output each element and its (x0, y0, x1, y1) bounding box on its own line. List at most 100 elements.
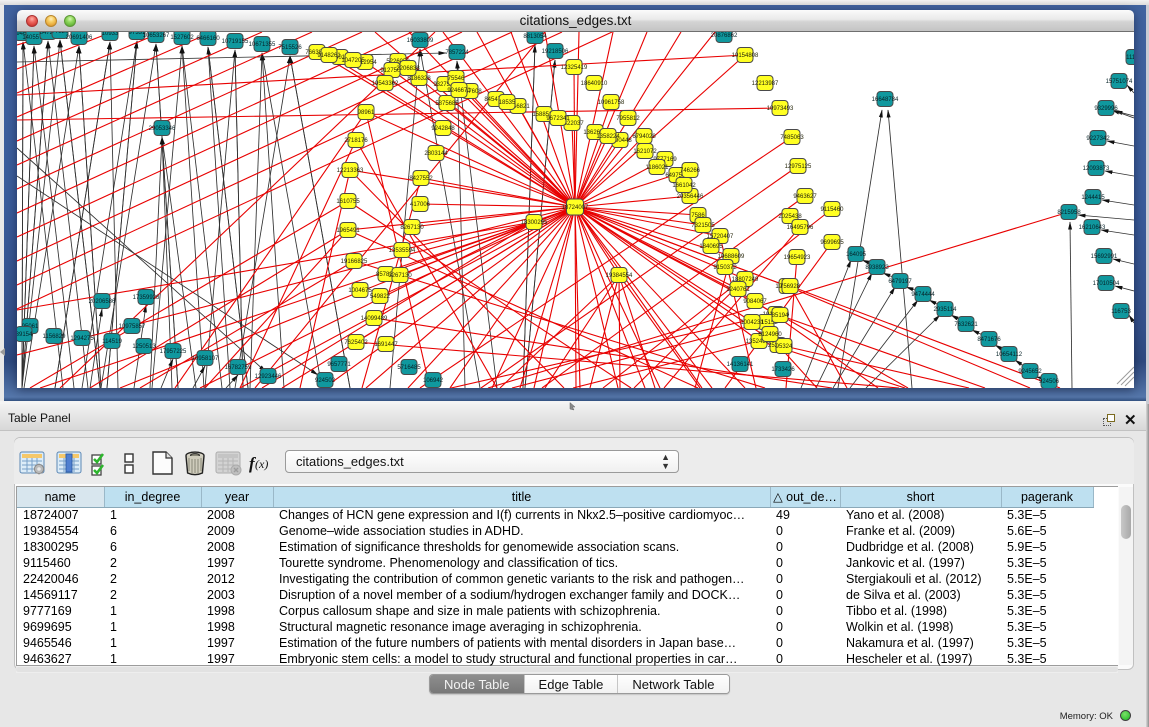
svg-text:8124960: 8124960 (758, 332, 782, 338)
svg-text:2206838: 2206838 (396, 66, 420, 72)
svg-text:12975125: 12975125 (785, 164, 812, 170)
svg-text:8215958: 8215958 (1057, 210, 1081, 216)
svg-text:85194: 85194 (772, 313, 789, 319)
svg-text:1156829: 1156829 (43, 334, 67, 340)
svg-text:20356446: 20356446 (677, 194, 704, 200)
svg-text:12325419: 12325419 (561, 65, 588, 71)
svg-text:1610755: 1610755 (336, 199, 360, 205)
svg-text:8427552: 8427552 (409, 176, 433, 182)
svg-text:10671355: 10671355 (249, 42, 276, 48)
svg-text:8471676: 8471676 (977, 337, 1001, 343)
svg-text:7625402: 7625402 (344, 340, 368, 346)
svg-text:2718176: 2718176 (344, 138, 368, 144)
svg-text:10719155: 10719155 (222, 39, 249, 45)
svg-text:3267130: 3267130 (388, 273, 412, 279)
svg-text:1661042: 1661042 (672, 183, 696, 189)
svg-text:756928: 756928 (780, 284, 801, 290)
svg-text:95324: 95324 (776, 344, 793, 350)
svg-text:12093873: 12093873 (1083, 166, 1110, 172)
svg-text:7485063: 7485063 (780, 135, 804, 141)
svg-text:1965491: 1965491 (336, 228, 360, 234)
svg-text:7515526: 7515526 (278, 45, 302, 51)
svg-text:6479197: 6479197 (888, 279, 912, 285)
svg-text:12923446: 12923446 (255, 374, 282, 380)
svg-text:10154808: 10154808 (732, 53, 759, 59)
svg-text:16495796: 16495796 (787, 225, 814, 231)
svg-text:19384554: 19384554 (606, 273, 633, 279)
svg-text:9084067: 9084067 (743, 299, 767, 305)
svg-text:17359928: 17359928 (133, 295, 160, 301)
svg-text:549822: 549822 (370, 294, 391, 300)
svg-text:2240761: 2240761 (726, 287, 750, 293)
svg-text:1004231: 1004231 (740, 320, 764, 326)
svg-text:20691406: 20691406 (66, 35, 93, 41)
svg-text:5716485: 5716485 (397, 365, 421, 371)
svg-text:19218506: 19218506 (542, 49, 569, 55)
svg-text:18640910: 18640910 (581, 81, 608, 87)
svg-text:10973493: 10973493 (767, 106, 794, 112)
svg-text:15692991: 15692991 (1091, 254, 1118, 260)
svg-text:8267130: 8267130 (400, 225, 424, 231)
svg-text:13535594: 13535594 (389, 248, 416, 254)
svg-text:9657771: 9657771 (327, 362, 351, 368)
svg-text:1733426: 1733426 (771, 367, 795, 373)
svg-text:19166825: 19166825 (341, 259, 368, 265)
svg-text:16210643: 16210643 (1079, 225, 1106, 231)
svg-text:1621072: 1621072 (633, 149, 657, 155)
svg-text:8186328: 8186328 (407, 76, 431, 82)
svg-text:1691447: 1691447 (374, 342, 398, 348)
svg-text:18300295: 18300295 (521, 220, 548, 226)
svg-text:20876862: 20876862 (711, 33, 738, 39)
svg-text:106942: 106942 (423, 378, 444, 384)
svg-text:9463627: 9463627 (793, 194, 817, 200)
svg-text:10654112: 10654112 (996, 352, 1023, 358)
svg-text:114519: 114519 (102, 339, 122, 345)
svg-text:5875685: 5875685 (435, 101, 459, 107)
svg-text:9329996: 9329996 (1094, 106, 1118, 112)
svg-text:9245652: 9245652 (1018, 369, 1042, 375)
svg-text:20206586: 20206586 (89, 299, 116, 305)
svg-text:10933: 10933 (102, 32, 119, 37)
svg-text:1244415: 1244415 (1081, 195, 1105, 201)
svg-text:7632621: 7632621 (954, 322, 978, 328)
svg-text:116753: 116753 (1111, 309, 1131, 315)
svg-text:1527602: 1527602 (170, 35, 194, 41)
svg-text:12213363: 12213363 (337, 168, 364, 174)
svg-text:1047205: 1047205 (341, 58, 365, 64)
svg-text:1186021: 1186021 (646, 165, 670, 171)
svg-text:17010504: 17010504 (1093, 281, 1120, 287)
svg-text:16782759: 16782759 (225, 365, 252, 371)
svg-text:(x): (x) (255, 457, 268, 471)
svg-text:14136141: 14136141 (727, 362, 754, 368)
svg-text:9672341: 9672341 (546, 116, 570, 122)
svg-text:9242848: 9242848 (431, 126, 455, 132)
svg-text:6794028: 6794028 (632, 134, 656, 140)
svg-text:16033809: 16033809 (407, 38, 434, 44)
svg-text:39154: 39154 (17, 332, 33, 338)
svg-text:15751074: 15751074 (1106, 79, 1133, 85)
svg-text:164095: 164095 (846, 252, 867, 258)
svg-text:16648784: 16648784 (872, 97, 899, 103)
svg-text:1004675: 1004675 (348, 288, 372, 294)
svg-text:1294275: 1294275 (70, 336, 94, 342)
svg-text:1358224: 1358224 (596, 134, 620, 140)
svg-text:98961: 98961 (358, 110, 375, 116)
svg-text:8813054: 8813054 (523, 34, 547, 40)
svg-text:7955812: 7955812 (616, 116, 640, 122)
svg-text:10958107: 10958107 (192, 356, 219, 362)
svg-text:9699695: 9699695 (820, 240, 844, 246)
svg-text:1840695: 1840695 (699, 244, 723, 250)
svg-text:9246671: 9246671 (447, 88, 471, 94)
svg-text:10961758: 10961758 (598, 100, 625, 106)
svg-text:10543362: 10543362 (372, 81, 399, 87)
svg-text:746266: 746266 (680, 168, 701, 174)
svg-text:10653267: 10653267 (143, 33, 170, 39)
svg-text:12213987: 12213987 (752, 81, 779, 87)
svg-text:924502: 924502 (315, 378, 336, 384)
svg-text:19654923: 19654923 (784, 255, 811, 261)
svg-text:7321505: 7321505 (691, 223, 715, 229)
svg-text:6466160: 6466160 (196, 36, 220, 42)
svg-text:8938923: 8938923 (865, 265, 889, 271)
svg-text:2935114: 2935114 (934, 307, 958, 313)
svg-text:924506: 924506 (1039, 379, 1060, 385)
